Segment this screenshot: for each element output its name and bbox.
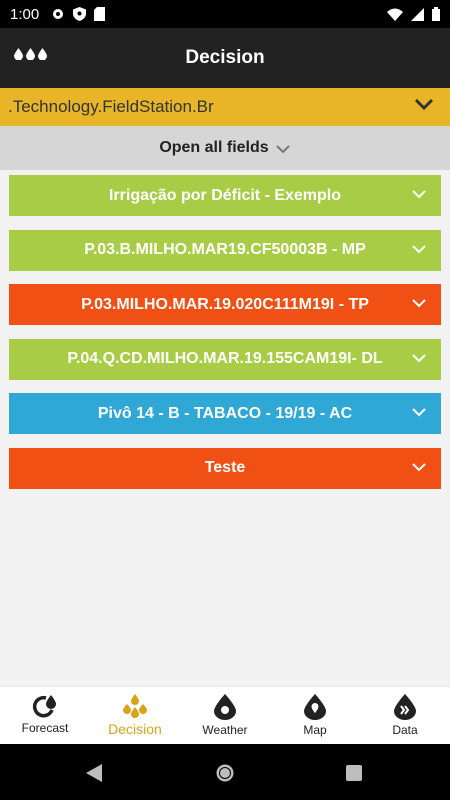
shield-icon	[73, 7, 87, 21]
chevron-down-icon	[412, 408, 426, 417]
chevron-down-icon	[412, 190, 426, 199]
app-bar: Decision	[0, 28, 450, 88]
forecast-icon	[32, 695, 56, 718]
data-icon	[394, 694, 416, 720]
station-selector[interactable]: .Technology.FieldStation.Br	[0, 88, 450, 126]
chevron-down-icon	[412, 463, 426, 472]
chevron-down-icon	[412, 354, 426, 363]
field-label: P.04.Q.CD.MILHO.MAR.19.155CAM19I- DL	[67, 350, 383, 368]
weather-icon	[214, 694, 236, 720]
settings-icon	[53, 9, 64, 19]
field-item[interactable]: Teste	[9, 447, 441, 489]
field-item[interactable]: P.03.B.MILHO.MAR19.CF50003B - MP	[9, 229, 441, 271]
status-time: 1:00	[10, 5, 40, 23]
field-item[interactable]: Irrigação por Déficit - Exemplo	[9, 175, 441, 216]
field-label: Irrigação por Déficit - Exemplo	[108, 186, 342, 204]
recents-icon[interactable]	[346, 765, 362, 781]
nav-label: Decision	[108, 721, 162, 737]
home-icon[interactable]	[215, 763, 235, 783]
status-bar: 1:00	[0, 0, 450, 28]
chevron-down-icon	[412, 299, 426, 308]
back-icon[interactable]	[86, 764, 102, 782]
field-list: Irrigação por Déficit - Exemplo P.03.B.M…	[9, 175, 441, 503]
dots-menu-icon[interactable]	[14, 48, 47, 60]
open-all-fields-button[interactable]: Open all fields	[0, 126, 450, 170]
field-item[interactable]: P.04.Q.CD.MILHO.MAR.19.155CAM19I- DL	[9, 338, 441, 380]
chevron-down-icon	[275, 145, 290, 154]
open-all-label: Open all fields	[159, 139, 269, 156]
nav-map[interactable]: Map	[270, 687, 360, 744]
nav-label: Forecast	[21, 721, 69, 735]
nav-label: Data	[392, 723, 418, 737]
bottom-nav: Forecast Decision Weather Map Data	[0, 686, 450, 744]
nav-data[interactable]: Data	[360, 687, 450, 744]
nav-label: Weather	[202, 723, 248, 737]
wifi-icon	[387, 8, 403, 21]
field-item[interactable]: Pivô 14 - B - TABACO - 19/19 - AC	[9, 393, 441, 435]
field-label: P.03.B.MILHO.MAR19.CF50003B - MP	[84, 241, 366, 259]
nav-forecast[interactable]: Forecast	[0, 687, 90, 744]
signal-icon	[411, 7, 424, 21]
chevron-down-icon	[412, 244, 426, 254]
field-label: Teste	[204, 459, 246, 477]
field-label: Pivô 14 - B - TABACO - 19/19 - AC	[97, 404, 353, 422]
field-label: P.03.MILHO.MAR.19.020C111M19I - TP	[81, 295, 369, 313]
decision-icon	[123, 694, 147, 718]
chevron-down-icon	[414, 98, 434, 111]
page-title: Decision	[185, 47, 265, 68]
station-name: .Technology.FieldStation.Br	[8, 97, 214, 116]
sdcard-icon	[94, 7, 106, 21]
battery-icon	[432, 7, 440, 21]
nav-label: Map	[303, 723, 327, 737]
system-nav-bar	[0, 744, 450, 800]
field-item[interactable]: P.03.MILHO.MAR.19.020C111M19I - TP	[9, 284, 441, 326]
nav-weather[interactable]: Weather	[180, 687, 270, 744]
nav-decision[interactable]: Decision	[90, 687, 180, 744]
map-icon	[304, 694, 326, 720]
